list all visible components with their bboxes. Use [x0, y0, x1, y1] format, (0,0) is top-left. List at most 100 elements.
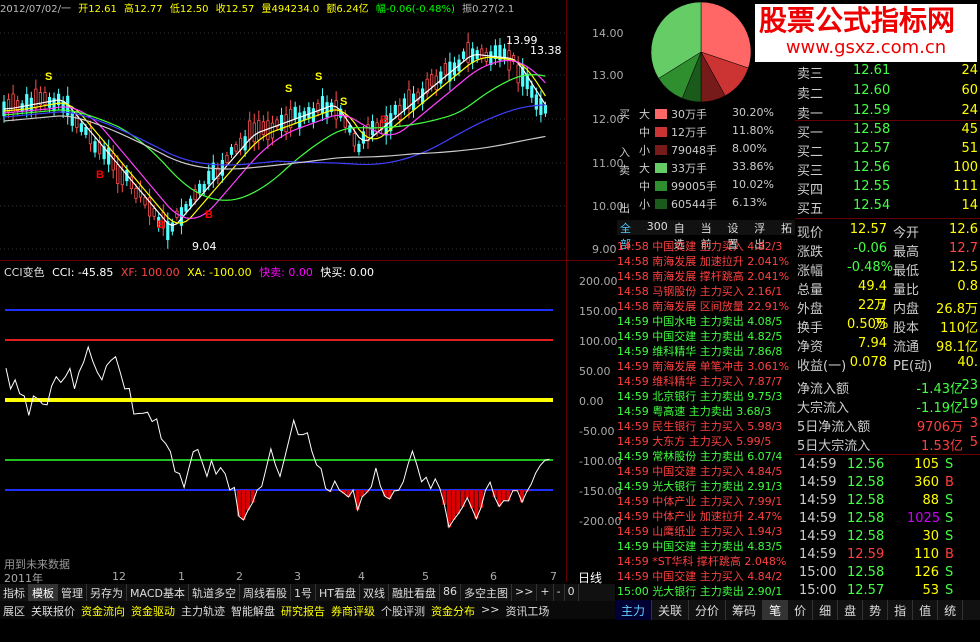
radar-row[interactable]: 14:58 南海发展 区间放量 22.91% — [617, 298, 795, 313]
cci-name: CCI变色 — [4, 266, 45, 279]
radar-row[interactable]: 14:58 南海发展 撑杆跳高 2.041% — [617, 268, 795, 283]
bottom-tab-4[interactable]: 主力轨迹 — [178, 601, 228, 619]
kline-chart[interactable]: S B B B S S S B — [0, 14, 566, 260]
tab-15[interactable]: - — [554, 584, 565, 602]
right-tab-4[interactable]: 笔 — [763, 600, 789, 620]
right-tab-10[interactable]: 值 — [913, 600, 939, 620]
radar-row[interactable]: 14:59 民生银行 主力买入 5.98/3 — [617, 418, 795, 433]
tab-1[interactable]: 模板 — [29, 584, 58, 602]
tick-price: 12.57 — [847, 583, 885, 598]
tab-4[interactable]: MACD基本 — [127, 584, 189, 602]
radar-tab-6[interactable]: 拓 — [778, 220, 795, 235]
bottom-tab-11[interactable]: 资讯工场 — [502, 601, 552, 619]
tick-volume: 30 — [922, 529, 939, 544]
radar-tab-3[interactable]: 当前 — [698, 220, 725, 251]
radar-row[interactable]: 14:58 马钢股份 主力买入 2.16/1 — [617, 283, 795, 298]
tab-11[interactable]: 86 — [440, 584, 461, 602]
tab-16[interactable]: 0 — [565, 584, 579, 602]
tab-13[interactable]: >> — [512, 584, 538, 602]
radar-row[interactable]: 14:59 常林股份 主力卖出 6.07/4 — [617, 448, 795, 463]
radar-tab-0[interactable]: 全部 — [617, 220, 644, 251]
radar-tab-5[interactable]: 浮出 — [751, 220, 778, 251]
right-tab-5[interactable]: 价 — [788, 600, 814, 620]
cci-tick: -200.00 — [579, 515, 622, 528]
bottom-tab-6[interactable]: 研究报告 — [278, 601, 328, 619]
radar-row[interactable]: 14:58 中国交建 主力买入 4.82/3 — [617, 238, 795, 253]
quote-value2: 12.5 — [949, 260, 978, 275]
bottom-tab-1[interactable]: 关联报价 — [28, 601, 78, 619]
bottom-tab-8[interactable]: 个股评测 — [378, 601, 428, 619]
quote-label: 涨跌 — [797, 245, 824, 260]
candle-body — [211, 162, 215, 181]
orderbook-row: 买五 12.54 14 — [795, 198, 980, 217]
tab-12[interactable]: 多空主图 — [461, 584, 512, 602]
right-tab-9[interactable]: 指 — [888, 600, 914, 620]
candle-body — [516, 64, 520, 84]
candle-body — [198, 183, 202, 193]
radar-row[interactable]: 14:59 粤高速 主力卖出 3.68/3 — [617, 403, 795, 418]
time-tick: 12 — [112, 570, 126, 583]
radar-row[interactable]: 14:59 中国水电 主力卖出 4.08/5 — [617, 313, 795, 328]
right-tab-0[interactable]: 主力 — [615, 600, 653, 620]
radar-row[interactable]: 14:59 中国交建 主力卖出 4.83/5 — [617, 538, 795, 553]
tab-14[interactable]: + — [537, 584, 554, 602]
radar-text: 14:58 马钢股份 主力买入 2.16/1 — [617, 285, 783, 298]
right-tab-7[interactable]: 盘 — [838, 600, 864, 620]
candle-body — [225, 155, 229, 163]
bottom-tab-10[interactable]: >> — [478, 601, 502, 619]
radar-row[interactable]: 14:59 维科精华 主力买入 7.87/7 — [617, 373, 795, 388]
radar-row[interactable]: 14:59 中体产业 主力买入 7.99/1 — [617, 493, 795, 508]
radar-row[interactable]: 14:59 山鹰纸业 主力买入 1.94/3 — [617, 523, 795, 538]
tab-0[interactable]: 指标 — [0, 584, 29, 602]
radar-tab-4[interactable]: 设置 — [724, 220, 751, 251]
right-tab-3[interactable]: 筹码 — [726, 600, 764, 620]
bottom-tab-5[interactable]: 智能解盘 — [228, 601, 278, 619]
tab-2[interactable]: 管理 — [58, 584, 87, 602]
radar-row[interactable]: 14:59 北京银行 主力卖出 9.75/3 — [617, 388, 795, 403]
radar-row[interactable]: 14:59 中国交建 主力卖出 4.82/5 — [617, 328, 795, 343]
time-axis: 2011年 12 1 2 3 4 5 6 7 — [0, 570, 566, 585]
candle-body — [248, 120, 252, 140]
radar-row[interactable]: 15:00 光大银行 主力卖出 2.90/1 — [617, 583, 795, 598]
candle-body — [311, 108, 316, 123]
candle-body — [484, 51, 488, 62]
cci-tick: -50.00 — [579, 425, 615, 438]
tab-9[interactable]: 双线 — [360, 584, 389, 602]
tab-10[interactable]: 融肚看盘 — [389, 584, 440, 602]
radar-row[interactable]: 14:59 中国交建 主力买入 4.84/5 — [617, 463, 795, 478]
radar-row[interactable]: 14:59 维科精华 主力卖出 7.86/8 — [617, 343, 795, 358]
tab-8[interactable]: HT看盘 — [316, 584, 360, 602]
bottom-tab-2[interactable]: 资金流向 — [78, 601, 128, 619]
radar-row[interactable]: 14:58 南海发展 加速拉升 2.041% — [617, 253, 795, 268]
radar-row[interactable]: 14:59 光大银行 主力卖出 2.91/3 — [617, 478, 795, 493]
right-tab-6[interactable]: 细 — [813, 600, 839, 620]
candle-body — [320, 96, 325, 114]
radar-row[interactable]: 14:59 *ST华科 撑杆跳高 2.048% — [617, 553, 795, 568]
quote-value2: 40. — [957, 355, 978, 370]
cci-chart[interactable] — [0, 280, 566, 570]
tab-5[interactable]: 轨道多空 — [189, 584, 240, 602]
bottom-tab-0[interactable]: 展区 — [0, 601, 28, 619]
radar-tab-1[interactable]: 300 — [644, 220, 671, 235]
right-tab-11[interactable]: 统 — [938, 600, 964, 620]
bottom-tab-9[interactable]: 资金分布 — [428, 601, 478, 619]
radar-row[interactable]: 14:59 大东方 主力买入 5.99/5 — [617, 433, 795, 448]
radar-row[interactable]: 14:59 中国交建 主力买入 4.84/2 — [617, 568, 795, 583]
flow-percent: 6.13% — [732, 196, 767, 209]
radar-row[interactable]: 14:59 中体产业 加速拉升 2.47% — [617, 508, 795, 523]
radar-row[interactable]: 14:59 南海发展 单笔冲击 3.061% — [617, 358, 795, 373]
flow-size: 中 — [639, 180, 650, 193]
right-tab-1[interactable]: 关联 — [652, 600, 690, 620]
radar-tab-2[interactable]: 自选 — [671, 220, 698, 251]
quote-label2: 最低 — [893, 264, 920, 279]
tab-6[interactable]: 周线看股 — [240, 584, 291, 602]
quote-value: 0.078 — [849, 355, 887, 370]
tab-7[interactable]: 1号 — [291, 584, 316, 602]
tab-3[interactable]: 另存为 — [87, 584, 127, 602]
bottom-tab-7[interactable]: 券商评级 — [328, 601, 378, 619]
bottom-tab-3[interactable]: 资金驱动 — [128, 601, 178, 619]
radar-text: 14:59 中国交建 主力买入 4.84/5 — [617, 465, 783, 478]
right-tab-2[interactable]: 分价 — [689, 600, 727, 620]
right-tab-8[interactable]: 势 — [863, 600, 889, 620]
time-tick: 1 — [178, 570, 185, 583]
